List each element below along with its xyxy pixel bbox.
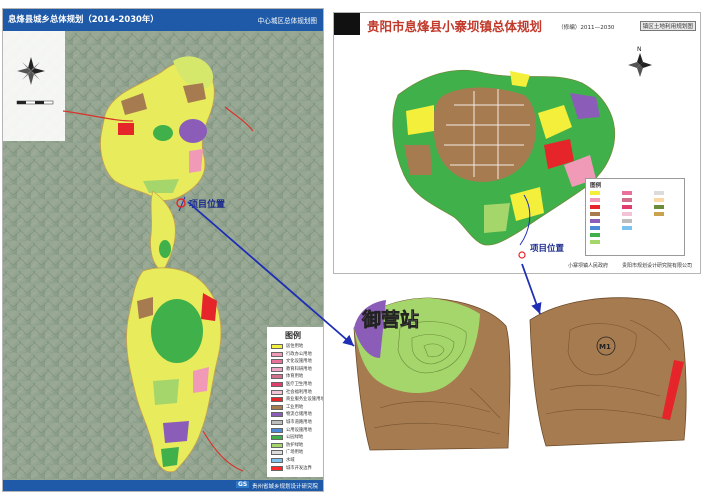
legend-label: 城市道路用地 bbox=[286, 420, 312, 425]
pink-south bbox=[193, 367, 209, 393]
left-legend: 图例 居住用地行政办公用地 文化设施用地 教育科研用地 体育用地医疗卫生用地 社会福利用… bbox=[267, 327, 323, 477]
legend-label: 公用设施用地 bbox=[286, 427, 312, 433]
legend-item: 工业用地 bbox=[271, 404, 323, 411]
left-footer: GS 贵州省城乡规划设计研究院 bbox=[3, 480, 323, 491]
legend-item: 文化设施用地 bbox=[271, 358, 323, 365]
right-legend-swatches bbox=[590, 191, 664, 244]
scale-bar-icon bbox=[16, 100, 54, 105]
left-subtitle: 中心城区总体规划图 bbox=[257, 17, 317, 25]
legend-label: 防护绿地 bbox=[286, 442, 304, 448]
legend-label: 水域 bbox=[286, 458, 295, 463]
legend-label: 工业用地 bbox=[286, 404, 304, 410]
legend-swatch bbox=[271, 435, 283, 441]
left-legend-title: 图例 bbox=[285, 331, 301, 340]
legend-swatch bbox=[271, 412, 283, 418]
legend-label: 物流仓储用地 bbox=[286, 412, 312, 418]
left-project-label: 项目位置 bbox=[189, 198, 225, 210]
right-legend: 图例 bbox=[585, 178, 685, 256]
right-badge: 镇区土地利用规划图 bbox=[639, 21, 696, 31]
legend-swatch bbox=[271, 420, 283, 425]
legend-swatch bbox=[271, 442, 283, 448]
legend-item: 公用设施用地 bbox=[271, 427, 323, 434]
light-green-south bbox=[153, 379, 179, 405]
left-footer-logo: GS bbox=[236, 481, 250, 488]
legend-swatch bbox=[271, 427, 283, 433]
commercial-north bbox=[118, 123, 134, 135]
light-green-south bbox=[484, 203, 510, 233]
detail-map-1: 御营站 bbox=[353, 297, 511, 451]
compass-area bbox=[3, 31, 65, 141]
left-title: 息烽县城乡总体规划（2014-2030年） bbox=[8, 14, 159, 24]
legend-swatch bbox=[271, 450, 283, 456]
left-header: 息烽县城乡总体规划（2014-2030年） 中心城区总体规划图 bbox=[3, 9, 323, 31]
legend-swatch bbox=[271, 382, 283, 387]
legend-swatch bbox=[271, 374, 283, 380]
legend-label: 城市开发边界 bbox=[286, 465, 312, 471]
legend-label: 体育用地 bbox=[286, 374, 304, 380]
purple-zone-north bbox=[179, 119, 207, 143]
legend-item: 体育用地 bbox=[271, 373, 323, 380]
right-legend-grid bbox=[590, 191, 664, 244]
detail-2-label: M1 bbox=[599, 343, 611, 351]
legend-label: 居住用地 bbox=[286, 344, 304, 349]
light-green-north bbox=[143, 179, 179, 193]
legend-item: 居住用地 bbox=[271, 343, 323, 350]
legend-label: 教育科研用地 bbox=[286, 366, 312, 372]
svg-text:N: N bbox=[637, 46, 642, 53]
legend-item: 社会福利用地 bbox=[271, 389, 323, 396]
legend-item: 防护绿地 bbox=[271, 442, 323, 449]
legend-label: 广场用地 bbox=[286, 450, 304, 456]
pink-north bbox=[189, 149, 203, 173]
legend-swatch bbox=[271, 359, 283, 365]
right-title: 贵阳市息烽县小寨坝镇总体规划 bbox=[367, 19, 543, 34]
legend-swatch bbox=[271, 404, 283, 410]
legend-label: 行政办公用地 bbox=[286, 351, 312, 357]
legend-item: 商业服务业设施用地 bbox=[271, 396, 323, 403]
legend-item: 行政办公用地 bbox=[271, 351, 323, 358]
legend-swatch bbox=[271, 366, 283, 372]
green-south-tip bbox=[161, 447, 179, 467]
green-zone-north bbox=[153, 125, 173, 141]
legend-item: 水域 bbox=[271, 457, 323, 464]
legend-label: 公园绿地 bbox=[286, 435, 304, 441]
legend-label: 文化设施用地 bbox=[286, 359, 312, 365]
legend-label: 社会福利用地 bbox=[286, 389, 312, 395]
legend-label: 医疗卫生用地 bbox=[286, 382, 312, 387]
right-footer-left: 小寨坝镇人民政府 bbox=[568, 263, 609, 269]
legend-label: 商业服务业设施用地 bbox=[286, 397, 324, 403]
legend-swatch bbox=[271, 397, 283, 403]
legend-item: 公园绿地 bbox=[271, 434, 323, 441]
right-header-bar bbox=[334, 13, 360, 35]
detail-2-parcel bbox=[529, 297, 687, 447]
legend-item: 广场用地 bbox=[271, 449, 323, 456]
detail-map-2: M1 bbox=[529, 297, 687, 447]
legend-swatch bbox=[271, 389, 283, 395]
legend-swatch bbox=[271, 458, 283, 463]
legend-swatch bbox=[271, 344, 283, 349]
detail-1-label: 御营站 bbox=[361, 308, 419, 331]
right-subtitle: （修编）2011—2030 bbox=[558, 25, 615, 31]
left-footer-text: 贵州省城乡规划设计研究院 bbox=[252, 484, 319, 490]
purple-south bbox=[163, 421, 189, 443]
legend-item: 物流仓储用地 bbox=[271, 411, 323, 418]
green-neck bbox=[159, 240, 171, 258]
legend-swatch bbox=[271, 465, 283, 471]
right-project-label: 项目位置 bbox=[530, 243, 565, 254]
left-master-plan-panel: 息烽县城乡总体规划（2014-2030年） 中心城区总体规划图 项目位置 图例 … bbox=[2, 8, 324, 492]
central-park bbox=[151, 299, 203, 363]
legend-item: 教育科研用地 bbox=[271, 366, 323, 373]
right-footer-right: 贵阳市规划设计研究院有限公司 bbox=[621, 263, 692, 269]
legend-swatch bbox=[271, 351, 283, 357]
legend-item: 城市道路用地 bbox=[271, 419, 323, 426]
legend-item: 城市开发边界 bbox=[271, 465, 323, 472]
legend-item: 医疗卫生用地 bbox=[271, 381, 323, 388]
right-header: 贵阳市息烽县小寨坝镇总体规划 （修编）2011—2030 镇区土地利用规划图 bbox=[334, 13, 700, 35]
